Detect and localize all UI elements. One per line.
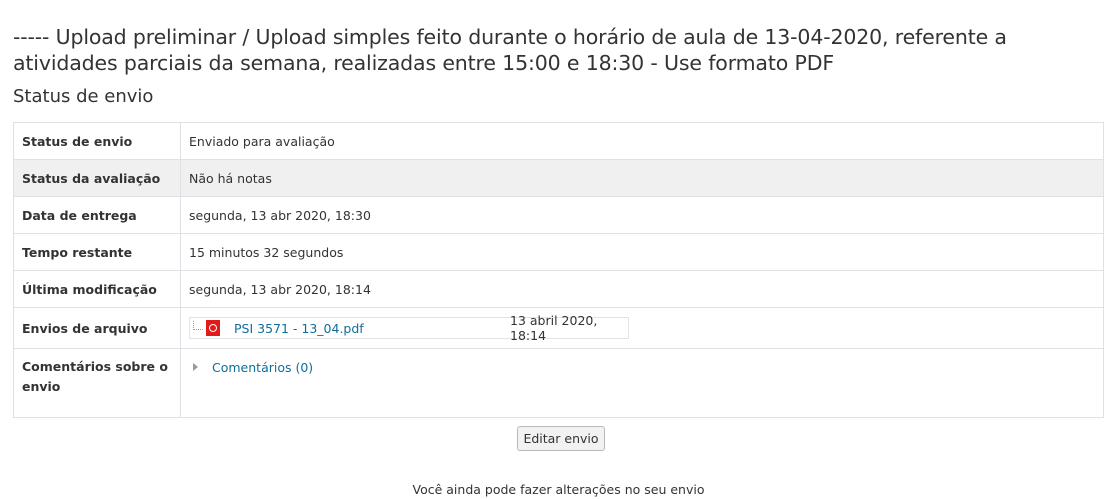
table-row: Status de envio Enviado para avaliação [13,122,1104,160]
file-date: 13 abril 2020, 18:14 [510,313,598,343]
submission-status-heading: Status de envio [13,86,154,107]
row-label: Status de envio [13,122,181,160]
table-row: Status da avaliação Não há notas [13,159,1104,197]
table-row: Data de entrega segunda, 13 abr 2020, 18… [13,196,1104,234]
row-label: Data de entrega [13,196,181,234]
row-value: Enviado para avaliação [180,122,1104,160]
row-label: Última modificação [13,270,181,308]
table-row: Tempo restante 15 minutos 32 segundos [13,233,1104,271]
page: ----- Upload preliminar / Upload simples… [0,0,1106,499]
file-link[interactable]: PSI 3571 - 13_04.pdf [234,321,364,336]
row-value-files: PSI 3571 - 13_04.pdf 13 abril 2020, 18:1… [180,307,1104,349]
table-row: Última modificação segunda, 13 abr 2020,… [13,270,1104,308]
row-label: Comentários sobre o envio [13,348,181,418]
comments-toggle[interactable]: Comentários (0) [189,360,313,375]
table-row-files: Envios de arquivo PSI 3571 - 13_04.pdf 1… [13,307,1104,349]
tree-connector [193,320,203,330]
edit-note: Você ainda pode fazer alterações no seu … [412,482,705,497]
pdf-icon [206,320,220,336]
row-value: segunda, 13 abr 2020, 18:30 [180,196,1104,234]
table-row-comments: Comentários sobre o envio Comentários (0… [13,348,1104,418]
caret-right-icon[interactable] [193,363,198,371]
row-value: Não há notas [180,159,1104,197]
row-label: Tempo restante [13,233,181,271]
row-value: 15 minutos 32 segundos [180,233,1104,271]
assignment-title: ----- Upload preliminar / Upload simples… [13,25,1007,75]
row-value-comments: Comentários (0) [180,348,1104,418]
submission-status-table: Status de envio Enviado para avaliação S… [13,122,1104,418]
row-label: Envios de arquivo [13,307,181,349]
row-label: Status da avaliação [13,159,181,197]
edit-submission-button[interactable]: Editar envio [517,426,605,451]
comments-link[interactable]: Comentários (0) [212,360,313,375]
file-tree: PSI 3571 - 13_04.pdf 13 abril 2020, 18:1… [189,313,629,343]
row-value: segunda, 13 abr 2020, 18:14 [180,270,1104,308]
